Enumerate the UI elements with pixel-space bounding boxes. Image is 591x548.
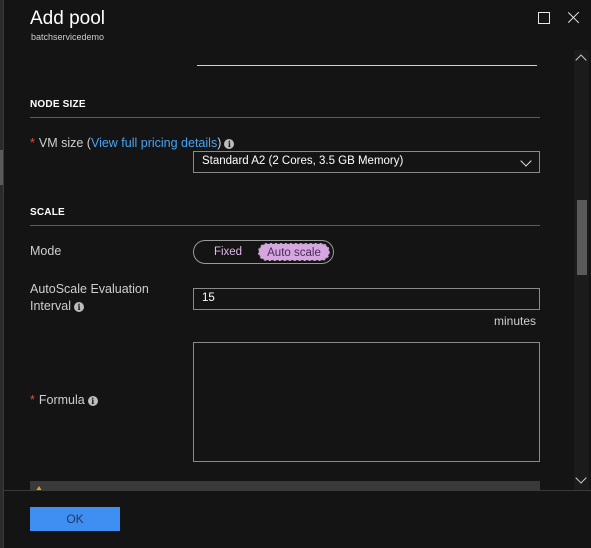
blade-subtitle: batchservicedemo [31,32,105,42]
vm-size-value: Standard A2 (2 Cores, 3.5 GB Memory) [202,155,404,167]
interval-input[interactable]: 15 [193,288,540,310]
scrollbar-thumb[interactable] [577,200,587,275]
node-size-divider [30,117,540,118]
previous-field-underline [197,65,537,66]
blade-title: Add pool [30,8,106,29]
scroll-up-icon[interactable] [575,54,587,66]
node-size-heading: NODE SIZE [30,99,86,110]
info-icon[interactable]: i [224,138,235,149]
notification-bar [30,481,540,490]
scale-divider [30,225,540,226]
vm-size-dropdown[interactable]: Standard A2 (2 Cores, 3.5 GB Memory) [193,151,540,173]
ok-button[interactable]: OK [30,507,120,531]
vm-size-label: * VM size (View full pricing details) i [30,135,235,152]
mode-toggle[interactable]: Fixed Auto scale [193,240,334,264]
formula-textarea[interactable] [193,342,540,462]
mode-option-fixed[interactable]: Fixed [198,243,258,261]
required-asterisk: * [30,393,35,407]
chevron-down-icon [520,155,532,167]
blade-footer: OK [4,490,591,548]
interval-unit: minutes [494,314,537,328]
formula-label: * Formula i [30,392,98,409]
blade-header: Add pool batchservicedemo [4,0,591,50]
info-icon[interactable]: i [74,301,84,312]
info-icon[interactable]: i [87,395,98,406]
close-icon[interactable] [566,10,582,26]
pricing-details-link[interactable]: View full pricing details [91,136,217,150]
blade-content: NODE SIZE * VM size (View full pricing de… [4,50,574,490]
mode-option-auto-scale[interactable]: Auto scale [258,243,330,261]
mode-label: Mode [30,244,62,258]
vertical-scrollbar[interactable] [574,50,589,490]
scroll-down-icon[interactable] [575,472,587,484]
scale-heading: SCALE [30,207,65,218]
add-pool-blade: Add pool batchservicedemo NODE SIZE * VM … [3,0,591,548]
maximize-icon[interactable] [536,10,552,26]
required-asterisk: * [30,136,35,150]
interval-label: AutoScale Evaluation Interval i [30,282,149,313]
